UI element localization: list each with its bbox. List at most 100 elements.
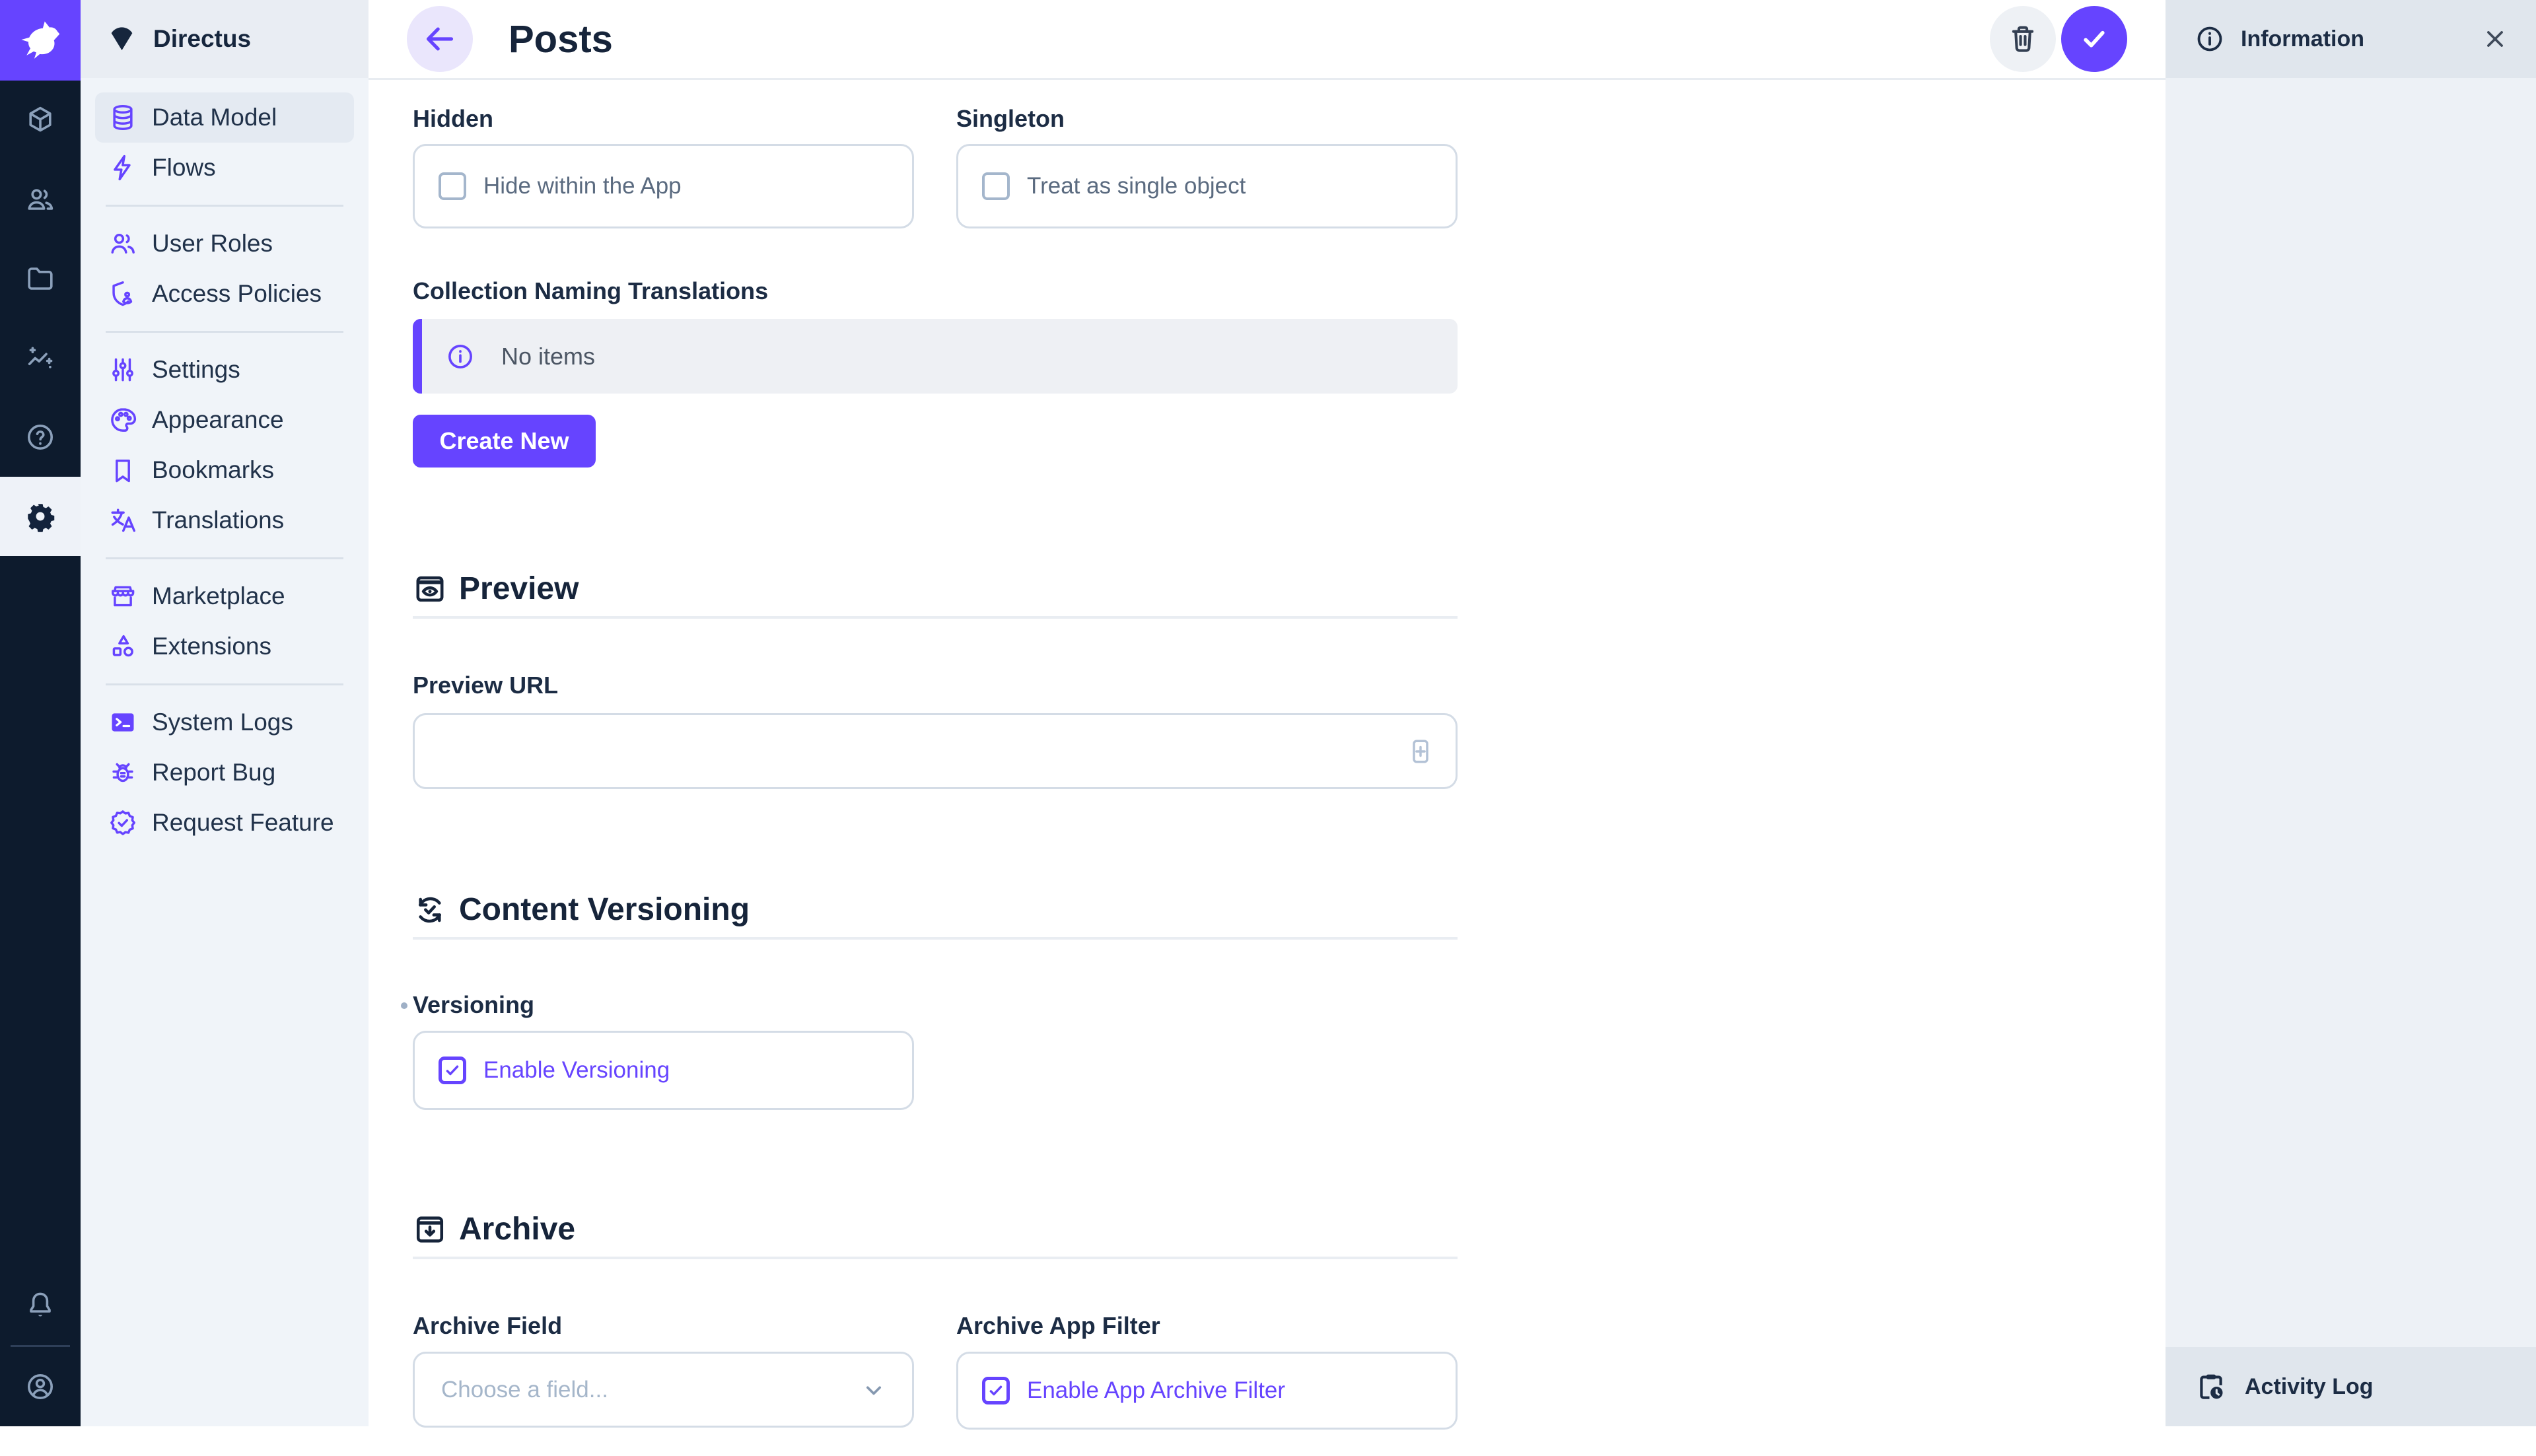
collection-settings-form: Hidden Singleton Hide within the App Tre… — [413, 104, 1458, 1456]
create-new-button[interactable]: Create New — [413, 415, 596, 468]
notifications-button[interactable] — [0, 1266, 81, 1345]
sidebar-item-user-roles[interactable]: User Roles — [95, 219, 354, 269]
module-users[interactable] — [0, 160, 81, 239]
sidebar-item-label: Report Bug — [152, 759, 275, 786]
preview-icon — [413, 572, 447, 606]
verified-icon — [108, 808, 137, 837]
hidden-checkbox-label[interactable]: Hide within the App — [483, 173, 682, 199]
module-insights[interactable] — [0, 318, 81, 398]
sidebar-item-system-logs[interactable]: System Logs — [95, 697, 354, 747]
enable-app-archive-filter-label[interactable]: Enable App Archive Filter — [1027, 1377, 1285, 1404]
sidebar-item-label: Request Feature — [152, 809, 334, 837]
activity-log-label: Activity Log — [2245, 1374, 2374, 1400]
archive-section-title: Archive — [459, 1210, 575, 1249]
sidebar-item-label: Bookmarks — [152, 456, 274, 484]
sidebar-item-settings[interactable]: Settings — [95, 345, 354, 395]
enable-app-archive-filter-checkbox[interactable] — [982, 1377, 1010, 1404]
module-settings[interactable] — [0, 477, 81, 556]
shield-icon — [108, 279, 137, 308]
sidebar-item-report-bug[interactable]: Report Bug — [95, 747, 354, 798]
arrow-left-icon — [421, 20, 458, 57]
info-sidebar-title: Information — [2241, 26, 2364, 52]
directus-logo[interactable] — [0, 0, 81, 81]
add-box-icon[interactable] — [1405, 736, 1436, 767]
archive-field-select[interactable]: Choose a field... — [413, 1352, 914, 1428]
section-divider — [413, 937, 1458, 940]
archive-app-filter-field: Enable App Archive Filter — [956, 1352, 1458, 1430]
info-sidebar-header: Information — [2166, 0, 2536, 78]
sidebar-item-label: Translations — [152, 506, 284, 534]
trash-icon — [2006, 22, 2040, 56]
tune-icon — [108, 355, 137, 384]
sidebar-divider — [106, 205, 343, 207]
sidebar-item-label: System Logs — [152, 709, 293, 736]
preview-url-label: Preview URL — [413, 671, 1458, 700]
check-icon — [2076, 20, 2113, 57]
edited-dot — [401, 1002, 407, 1009]
hidden-checkbox[interactable] — [439, 172, 466, 200]
bolt-icon — [108, 153, 137, 182]
sidebar-item-appearance[interactable]: Appearance — [95, 395, 354, 445]
shapes-icon — [108, 632, 137, 661]
project-fan-icon — [106, 24, 137, 55]
sidebar-item-label: Appearance — [152, 406, 284, 434]
versioning-toggle-field: Enable Versioning — [413, 1031, 914, 1110]
sidebar-item-bookmarks[interactable]: Bookmarks — [95, 445, 354, 495]
archive-field-placeholder: Choose a field... — [441, 1377, 859, 1403]
project-bar[interactable]: Directus — [81, 0, 369, 78]
section-divider — [413, 616, 1458, 619]
sidebar-item-label: Data Model — [152, 104, 277, 131]
no-items-text: No items — [501, 343, 595, 370]
main-area: Posts — [369, 0, 2166, 1426]
sidebar-item-marketplace[interactable]: Marketplace — [95, 571, 354, 621]
bug-icon — [108, 758, 137, 787]
terminal-icon — [108, 708, 137, 737]
singleton-toggle-field: Treat as single object — [956, 144, 1458, 228]
enable-versioning-label[interactable]: Enable Versioning — [483, 1057, 670, 1084]
sidebar-item-label: Marketplace — [152, 582, 285, 610]
close-sidebar-button[interactable] — [2481, 24, 2510, 53]
activity-log-button[interactable]: Activity Log — [2166, 1347, 2536, 1426]
save-button[interactable] — [2061, 6, 2127, 72]
hidden-field-label: Hidden — [413, 104, 914, 133]
versioning-sync-icon — [413, 893, 447, 927]
sidebar-divider — [106, 557, 343, 559]
folder-icon — [24, 263, 56, 295]
versioning-field-label: Versioning — [413, 990, 1458, 1020]
singleton-checkbox-label[interactable]: Treat as single object — [1027, 173, 1246, 199]
sidebar-item-data-model[interactable]: Data Model — [95, 92, 354, 143]
singleton-checkbox[interactable] — [982, 172, 1010, 200]
info-circle-icon — [2195, 24, 2225, 54]
settings-sidebar: Directus Data Model Flows User Roles Access… — [81, 0, 369, 1426]
insights-icon — [24, 342, 56, 374]
storefront-icon — [108, 582, 137, 611]
rabbit-icon — [17, 17, 64, 64]
sidebar-item-request-feature[interactable]: Request Feature — [95, 798, 354, 848]
sidebar-item-access-policies[interactable]: Access Policies — [95, 269, 354, 319]
palette-icon — [108, 405, 137, 434]
info-icon — [446, 342, 475, 371]
sidebar-item-extensions[interactable]: Extensions — [95, 621, 354, 672]
archive-icon — [413, 1212, 447, 1247]
no-items-notice: No items — [413, 319, 1458, 394]
sidebar-item-label: Access Policies — [152, 280, 322, 308]
archive-app-filter-label: Archive App Filter — [956, 1311, 1458, 1340]
translate-icon — [108, 506, 137, 535]
enable-versioning-checkbox[interactable] — [439, 1057, 466, 1084]
sidebar-item-translations[interactable]: Translations — [95, 495, 354, 545]
delete-button[interactable] — [1990, 6, 2056, 72]
sidebar-divider — [106, 683, 343, 685]
sidebar-item-label: Settings — [152, 356, 240, 384]
module-files[interactable] — [0, 239, 81, 318]
preview-url-field — [413, 713, 1458, 789]
module-content[interactable] — [0, 81, 81, 160]
module-help[interactable] — [0, 398, 81, 477]
preview-url-input[interactable] — [441, 738, 1405, 765]
people-icon — [24, 184, 56, 215]
sidebar-item-flows[interactable]: Flows — [95, 143, 354, 193]
chevron-down-icon — [859, 1375, 888, 1404]
back-button[interactable] — [407, 6, 473, 72]
bookmark-icon — [108, 456, 137, 485]
account-button[interactable] — [0, 1347, 81, 1426]
versioning-section-title: Content Versioning — [459, 891, 750, 929]
